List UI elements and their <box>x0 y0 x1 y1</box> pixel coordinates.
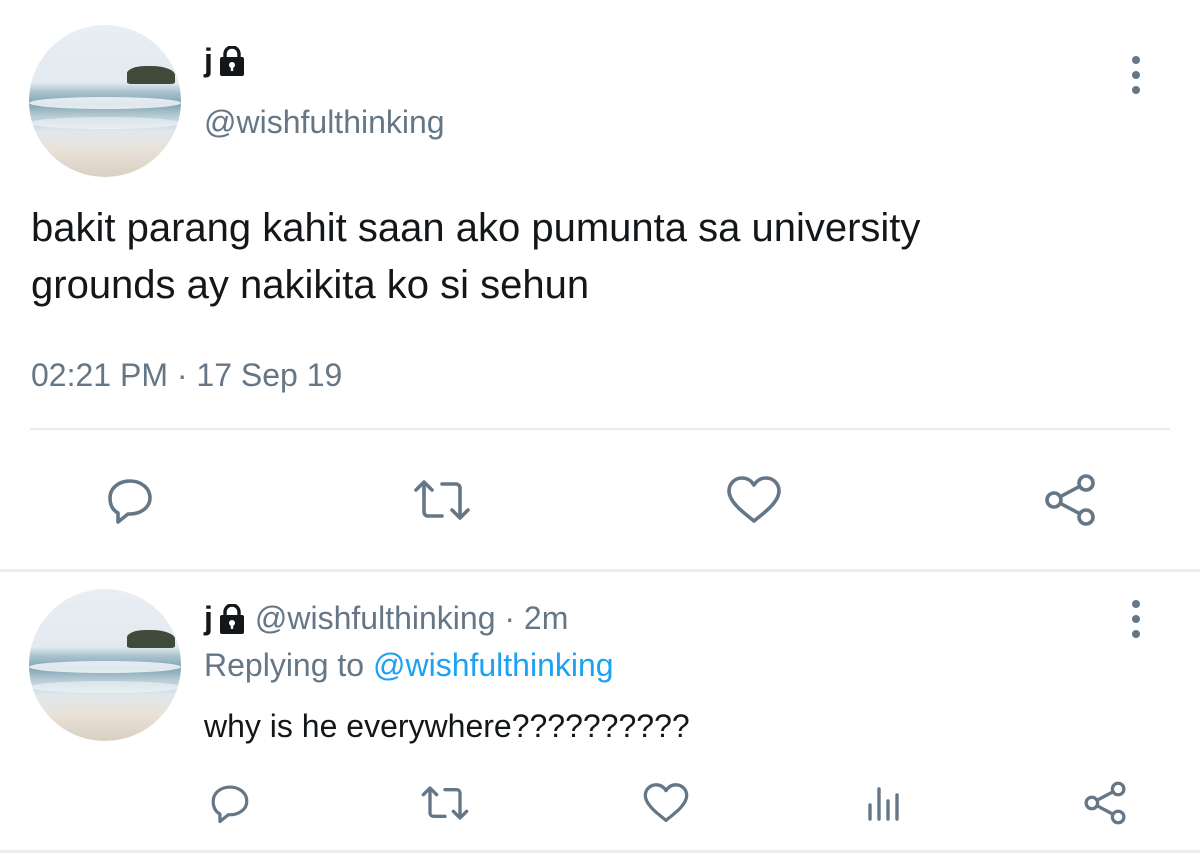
reply-time[interactable]: 2m <box>524 598 568 638</box>
reply-button[interactable] <box>100 470 160 530</box>
reply-icon <box>211 785 249 824</box>
like-button[interactable] <box>722 470 786 530</box>
like-heart-icon <box>643 783 689 823</box>
reply-button[interactable] <box>207 778 253 828</box>
retweet-icon <box>414 480 470 520</box>
section-divider <box>0 569 1200 572</box>
retweet-button[interactable] <box>410 470 474 530</box>
replying-to-handle-link[interactable]: @wishfulthinking <box>373 647 614 683</box>
replying-to-label: Replying to <box>204 647 373 683</box>
divider <box>30 428 1170 430</box>
analytics-icon <box>868 787 899 821</box>
avatar[interactable] <box>29 589 181 741</box>
display-name[interactable]: j <box>204 40 213 80</box>
avatar[interactable] <box>29 25 181 177</box>
share-icon <box>1045 474 1095 526</box>
like-heart-icon <box>727 476 781 523</box>
lock-icon <box>219 45 245 76</box>
author-row: j <box>204 40 245 80</box>
more-options-icon[interactable] <box>1126 56 1146 94</box>
reply-author-row: j @wishfulthinking · 2m <box>204 598 568 638</box>
author-handle[interactable]: @wishfulthinking <box>255 598 496 638</box>
share-icon <box>1084 781 1126 825</box>
tweet-text-line: grounds ay nakikita ko si sehun <box>31 263 590 307</box>
like-button[interactable] <box>638 778 694 828</box>
reply-text: why is he everywhere?????????? <box>204 708 690 744</box>
bottom-divider <box>0 850 1200 853</box>
share-button[interactable] <box>1038 470 1102 530</box>
display-name[interactable]: j <box>204 598 213 638</box>
lock-icon <box>219 603 245 634</box>
replying-to-row: Replying to @wishfulthinking <box>204 645 614 685</box>
more-options-icon[interactable] <box>1126 600 1146 638</box>
author-handle[interactable]: @wishfulthinking <box>204 102 445 142</box>
share-button[interactable] <box>1080 778 1130 828</box>
reply-icon <box>108 479 152 524</box>
tweet-text-line: bakit parang kahit saan ako pumunta sa u… <box>31 206 921 250</box>
tweet-text: bakit parang kahit saan ako pumunta sa u… <box>31 200 920 314</box>
meta-separator: · <box>495 600 524 636</box>
tweet-timestamp[interactable]: 02:21 PM · 17 Sep 19 <box>31 355 342 395</box>
retweet-button[interactable] <box>417 778 473 828</box>
retweet-icon <box>421 786 469 820</box>
analytics-button[interactable] <box>858 778 908 828</box>
